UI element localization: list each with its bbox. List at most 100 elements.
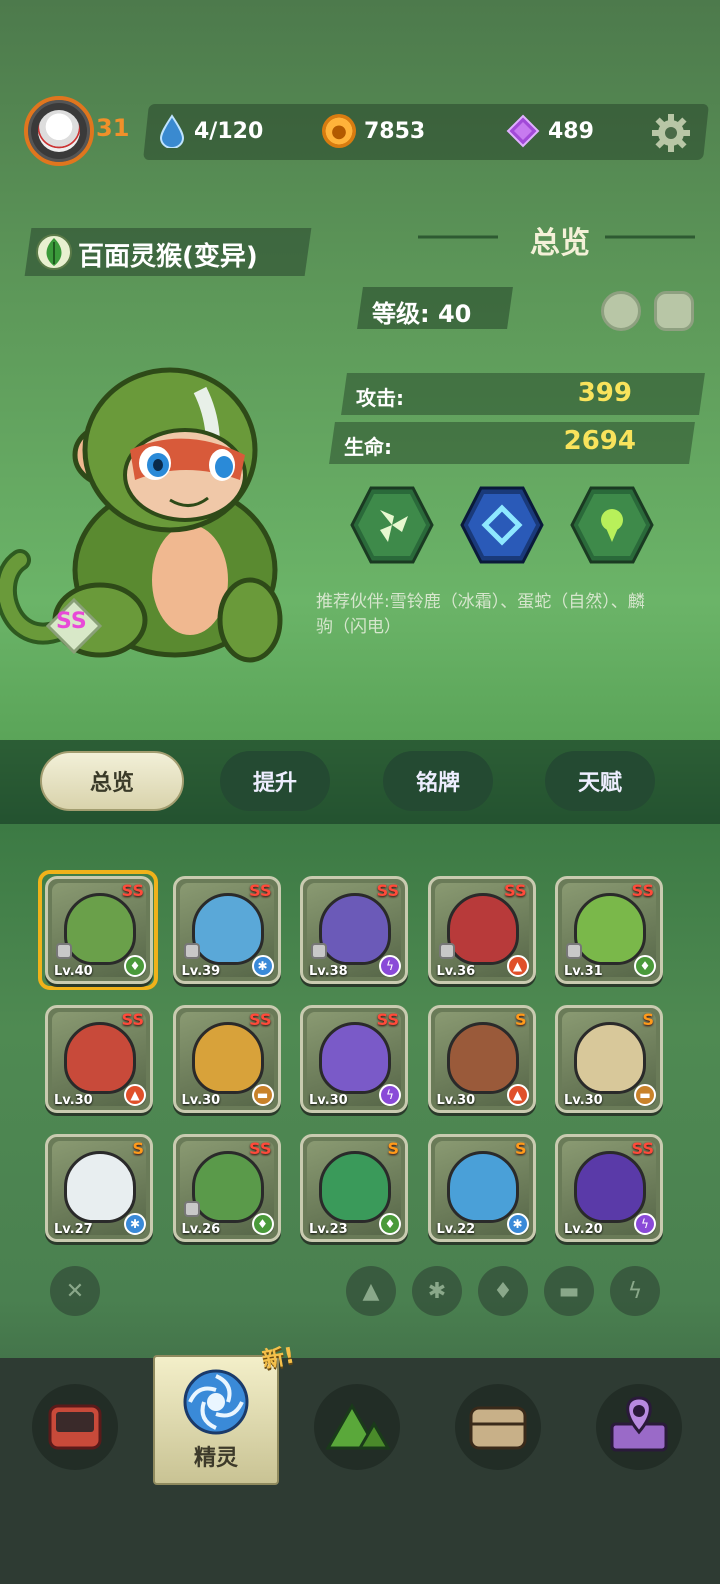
card-rank: SS: [504, 881, 527, 900]
card-level: Lv.36: [436, 964, 476, 979]
card-rank: S: [132, 1139, 144, 1158]
title-decoration-left: [418, 235, 498, 239]
nav-map-pin-icon[interactable]: [596, 1384, 682, 1470]
card-level: Lv.30: [54, 1093, 93, 1108]
lock-icon: [566, 943, 582, 959]
card-rank: S: [514, 1010, 527, 1029]
card-level: Lv.30: [181, 1093, 221, 1108]
spirit-portrait: [446, 1022, 519, 1094]
settings-gear-icon[interactable]: [650, 112, 692, 154]
spirit-portrait: [574, 1022, 646, 1094]
fire-element-icon: ▲: [506, 955, 529, 977]
skill-windmill-icon[interactable]: [350, 486, 434, 564]
nav-chest-icon[interactable]: [455, 1384, 541, 1470]
title-decoration-right: [605, 235, 695, 239]
spirit-portrait: [319, 1151, 391, 1223]
tab-overview[interactable]: 总览: [40, 751, 184, 811]
rank-label: SS: [56, 609, 87, 634]
tab-upgrade[interactable]: 提升: [220, 751, 330, 811]
spirit-portrait: [574, 1151, 646, 1223]
spirit-card[interactable]: S Lv.23 ♦: [300, 1134, 408, 1242]
tab-nameplate[interactable]: 铭牌: [383, 751, 493, 811]
overview-title: 总览: [530, 226, 590, 261]
spirit-portrait: [319, 1022, 391, 1094]
spirit-card[interactable]: S Lv.27 ✱: [45, 1134, 153, 1242]
spirit-card[interactable]: SS Lv.40 ♦: [45, 876, 153, 984]
card-level: Lv.38: [309, 964, 348, 979]
purple-gem-icon: [506, 114, 540, 148]
spirit-portrait: [446, 893, 519, 965]
card-level: Lv.20: [564, 1222, 603, 1237]
player-level: 31: [96, 114, 130, 142]
card-rank: SS: [249, 1139, 272, 1158]
card-rank: S: [387, 1139, 399, 1158]
card-rank: SS: [121, 1010, 144, 1029]
ice-element-icon: ✱: [251, 955, 274, 977]
fire-element-icon: ▲: [124, 1084, 146, 1106]
hp-label: 生命:: [344, 435, 392, 459]
lock-icon: [311, 943, 327, 959]
card-rank: SS: [631, 881, 654, 900]
filter-fire-icon[interactable]: ▲: [346, 1266, 396, 1316]
spirit-card[interactable]: SS Lv.38 ϟ: [300, 876, 408, 984]
filter-ice-icon[interactable]: ✱: [412, 1266, 462, 1316]
nav-mountain-icon[interactable]: [314, 1384, 400, 1470]
stamina-display[interactable]: 4/120: [158, 114, 263, 148]
nav-device-icon[interactable]: [32, 1384, 118, 1470]
spirit-card[interactable]: SS Lv.30 ϟ: [300, 1005, 408, 1113]
spirit-card[interactable]: SS Lv.30 ▲: [45, 1005, 153, 1113]
clear-filter-icon[interactable]: ✕: [50, 1266, 100, 1316]
nature-element-icon: ♦: [379, 1213, 401, 1235]
spirit-card[interactable]: S Lv.22 ✱: [427, 1134, 536, 1242]
recommended-partners: 推荐伙伴:雪铃鹿（冰霜）、蛋蛇（自然）、麟驹（闪电）: [316, 592, 645, 637]
card-level: Lv.40: [54, 964, 93, 979]
card-rank: SS: [121, 881, 144, 900]
spirit-card[interactable]: SS Lv.31 ♦: [555, 876, 663, 984]
card-level: Lv.39: [181, 964, 221, 979]
spirit-name: 百面灵猴(变异): [78, 242, 258, 272]
stamina-value: 4/120: [194, 118, 264, 144]
attack-value: 399: [577, 378, 632, 408]
spirit-card[interactable]: SS Lv.20 ϟ: [555, 1134, 663, 1242]
lock-icon: [438, 943, 455, 959]
card-rank: SS: [376, 881, 399, 900]
spirit-portrait: [64, 1022, 136, 1094]
ice-element-icon: ✱: [124, 1213, 146, 1235]
tab-talent[interactable]: 天赋: [545, 751, 655, 811]
lightning-element-icon: ϟ: [379, 1084, 401, 1106]
lock-button[interactable]: [654, 291, 694, 331]
filter-lightning-icon[interactable]: ϟ: [610, 1266, 660, 1316]
lock-icon: [183, 943, 200, 959]
nature-element-icon: ♦: [634, 955, 656, 977]
coin-display[interactable]: ● 7853: [322, 114, 425, 148]
spirit-card[interactable]: SS Lv.30 ▬: [172, 1005, 281, 1113]
spirit-card[interactable]: S Lv.30 ▲: [427, 1005, 536, 1113]
card-level: Lv.31: [564, 964, 603, 979]
skill-location-orb-icon[interactable]: [570, 486, 654, 564]
nature-element-icon: ♦: [251, 1213, 274, 1235]
skill-crystal-icon[interactable]: [460, 486, 544, 564]
filter-nature-icon[interactable]: ♦: [478, 1266, 528, 1316]
avatar-image: [38, 110, 80, 152]
nav-spirits-label: 精灵: [193, 1446, 238, 1471]
spirit-card[interactable]: S Lv.30 ▬: [555, 1005, 663, 1113]
card-rank: SS: [631, 1139, 654, 1158]
spirit-card[interactable]: SS Lv.39 ✱: [172, 876, 281, 984]
card-level: Lv.23: [309, 1222, 348, 1237]
water-drop-icon: [159, 114, 185, 148]
nav-spirit-swirl-icon: [183, 1369, 249, 1435]
target-button[interactable]: [601, 291, 641, 331]
spirit-card[interactable]: SS Lv.26 ♦: [172, 1134, 281, 1242]
player-avatar[interactable]: [24, 96, 94, 166]
card-level: Lv.30: [436, 1093, 476, 1108]
spirit-card[interactable]: SS Lv.36 ▲: [427, 876, 536, 984]
card-rank: SS: [376, 1010, 399, 1029]
spirit-portrait: [191, 893, 264, 965]
gem-display[interactable]: 489: [506, 114, 594, 148]
lightning-element-icon: ϟ: [634, 1213, 656, 1235]
ice-element-icon: ✱: [506, 1213, 529, 1235]
new-badge: 新!: [260, 1343, 297, 1374]
coin-value: 7853: [364, 118, 426, 144]
filter-earth-icon[interactable]: ▬: [544, 1266, 594, 1316]
card-rank: SS: [249, 881, 272, 900]
